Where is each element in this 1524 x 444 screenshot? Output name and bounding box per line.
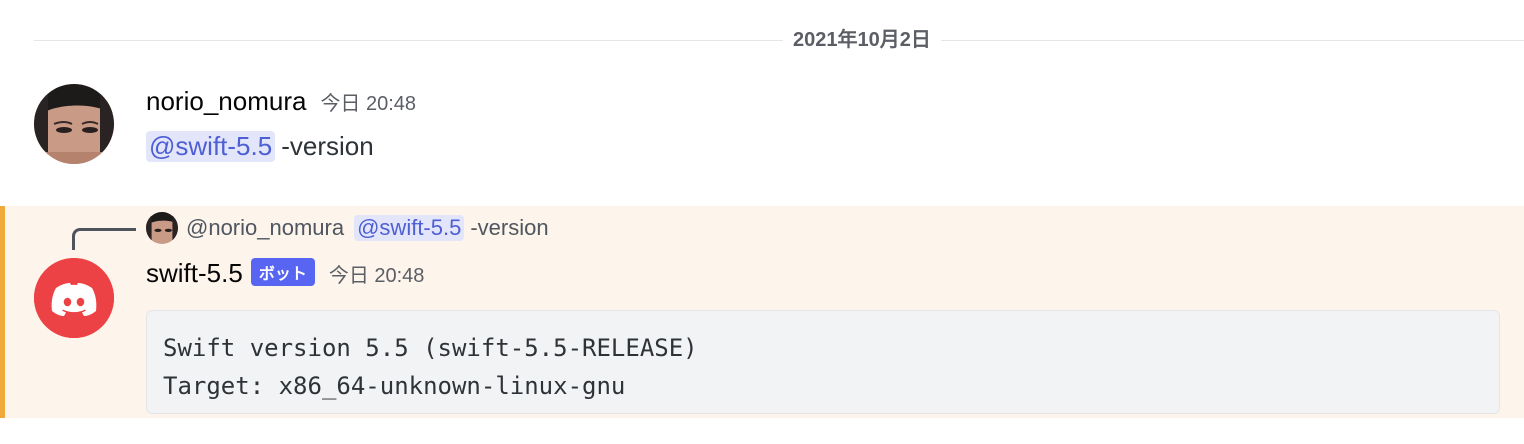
code-line: Swift version 5.5 (swift-5.5-RELEASE) [163,334,698,362]
bot-avatar[interactable] [34,258,114,338]
chat-view: 2021年10月2日 norio_nomura 今日 20:48 @swift-… [0,0,1524,444]
reply-text: -version [470,215,549,240]
message-header: swift-5.5 ボット 今日 20:48 [146,258,424,289]
message-timestamp: 今日 20:48 [320,93,417,115]
reply-author-avatar [146,212,178,244]
discord-logo-icon [34,258,114,338]
message-header: norio_nomura 今日 20:48 [146,86,416,117]
reply-connector [72,228,136,250]
highlight-accent-bar [0,206,5,418]
message-author[interactable]: norio_nomura [146,86,306,117]
message-timestamp: 今日 20:48 [328,265,425,287]
user-photo [34,84,114,164]
reply-author[interactable]: @norio_nomura [186,215,344,241]
user-avatar[interactable] [34,84,114,164]
reply-mention[interactable]: @swift-5.5 [354,215,465,241]
message-content: @swift-5.5 -version [146,126,374,166]
bot-badge: ボット [250,258,315,286]
message-text: -version [281,130,374,161]
reply-preview[interactable]: @norio_nomura @swift-5.5 -version [146,212,549,244]
user-photo-small [146,212,178,244]
date-divider-label: 2021年10月2日 [783,26,941,54]
message-author[interactable]: swift-5.5 [146,258,243,289]
code-line: Target: x86_64-unknown-linux-gnu [163,372,626,400]
date-divider [34,40,1524,41]
bot-mention[interactable]: @swift-5.5 [146,130,276,162]
code-block[interactable]: Swift version 5.5 (swift-5.5-RELEASE) Tar… [146,310,1500,414]
